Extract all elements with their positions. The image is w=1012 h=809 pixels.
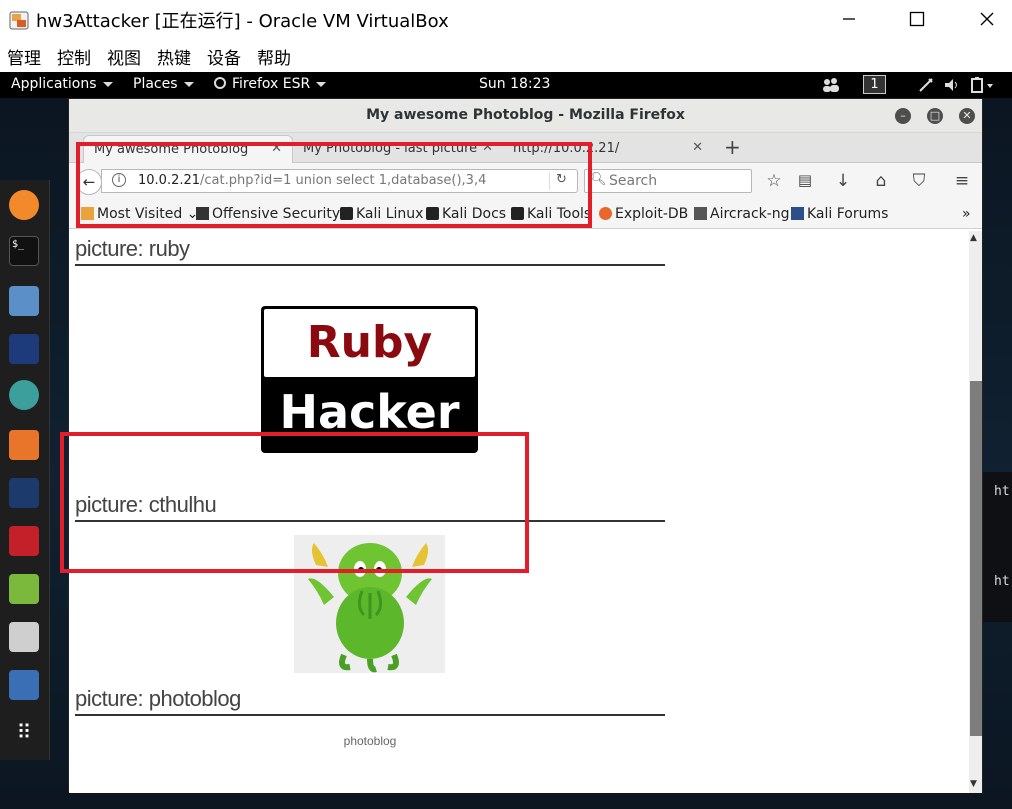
close-icon[interactable]: ✕ xyxy=(959,108,975,124)
gnome-top-bar: Applications Places Firefox ESR Sun 18:2… xyxy=(0,72,1012,98)
page-footer: photoblog xyxy=(343,734,397,748)
menu-hotkeys[interactable]: 热键 xyxy=(157,44,191,69)
show-apps-icon[interactable]: ⠿ xyxy=(9,718,39,748)
cutycapt-icon[interactable] xyxy=(9,622,39,652)
chevron-down-icon xyxy=(316,81,327,87)
zaproxy-icon[interactable] xyxy=(9,670,39,700)
hamburger-menu-icon[interactable]: ≡ xyxy=(951,171,973,191)
volume-icon[interactable] xyxy=(943,77,961,97)
minimize-icon[interactable]: – xyxy=(895,108,911,124)
page-scrollbar[interactable]: ▲ ▼ xyxy=(969,231,982,793)
clock[interactable]: Sun 18:23 xyxy=(479,76,550,92)
close-icon xyxy=(980,12,994,26)
heading-rule xyxy=(75,264,665,266)
firefox-small-icon xyxy=(214,77,226,89)
metasploit-icon[interactable] xyxy=(9,334,39,364)
search-input[interactable]: 🔍︎ Search xyxy=(584,169,752,193)
pen-icon[interactable] xyxy=(918,77,934,97)
files-icon[interactable] xyxy=(9,286,39,316)
bookmark-kali-forums[interactable]: Kali Forums xyxy=(791,206,888,222)
workspace-indicator[interactable]: 1 xyxy=(863,75,886,94)
bookmark-label: Aircrack-ng xyxy=(710,206,790,222)
firefox-app-menu[interactable]: Firefox ESR xyxy=(214,76,327,92)
kali-forums-icon xyxy=(791,207,804,220)
annotation-box-result xyxy=(60,432,529,573)
vbox-title-bar: hw3Attacker [正在运行] - Oracle VM VirtualBo… xyxy=(0,0,1012,40)
firefox-app-label: Firefox ESR xyxy=(232,76,311,92)
exploitdb-icon xyxy=(599,207,612,220)
menu-help[interactable]: 帮助 xyxy=(257,44,291,69)
pocket-icon[interactable]: ⛉ xyxy=(908,171,930,191)
maximize-icon[interactable]: □ xyxy=(927,108,943,124)
search-icon: 🔍︎ xyxy=(590,172,607,187)
scroll-down-icon[interactable]: ▼ xyxy=(970,779,977,789)
dock: $_ ⠿ xyxy=(0,180,50,760)
chevron-down-icon xyxy=(183,81,194,87)
places-label: Places xyxy=(133,76,178,92)
terminal-icon[interactable]: $_ xyxy=(9,236,39,266)
picture-heading: picture: photoblog xyxy=(75,686,241,711)
download-icon[interactable]: ↓ xyxy=(832,171,854,191)
menu-devices[interactable]: 设备 xyxy=(207,44,241,69)
chevron-down-icon xyxy=(102,81,113,87)
annotation-box-url xyxy=(76,142,592,228)
firefox-title-bar: My awesome Photoblog - Mozilla Firefox –… xyxy=(69,99,982,133)
heading-rule xyxy=(75,714,665,716)
scroll-up-icon[interactable]: ▲ xyxy=(970,233,977,243)
bookmark-label: Kali Forums xyxy=(807,206,889,222)
menu-view[interactable]: 视图 xyxy=(107,44,141,69)
scrollbar-thumb[interactable] xyxy=(970,381,982,736)
new-tab-icon[interactable]: + xyxy=(724,135,741,159)
armitage-icon[interactable] xyxy=(9,380,39,410)
bookmark-star-icon[interactable]: ☆ xyxy=(763,171,785,191)
menu-manage[interactable]: 管理 xyxy=(7,44,41,69)
firefox-icon[interactable] xyxy=(9,190,39,220)
bookmark-label: Exploit-DB xyxy=(615,206,689,222)
maximize-button[interactable] xyxy=(894,4,940,34)
aircrack-icon xyxy=(694,207,707,220)
people-icon[interactable] xyxy=(822,77,840,97)
close-button[interactable] xyxy=(964,4,1010,34)
background-terminal: ht ht xyxy=(980,472,1012,622)
home-icon[interactable]: ⌂ xyxy=(870,171,892,191)
places-menu[interactable]: Places xyxy=(133,76,194,92)
vbox-window-title: hw3Attacker [正在运行] - Oracle VM VirtualBo… xyxy=(36,11,449,32)
bookmarks-overflow-icon[interactable]: » xyxy=(962,206,971,222)
leafpad-icon[interactable] xyxy=(9,574,39,604)
close-tab-icon[interactable]: ✕ xyxy=(692,140,703,155)
ruby-logo-text: Ruby xyxy=(264,309,475,377)
faraday-icon[interactable] xyxy=(9,526,39,556)
reading-list-icon[interactable]: ▤ xyxy=(794,171,816,189)
applications-menu[interactable]: Applications xyxy=(11,76,113,92)
terminal-text: ht xyxy=(994,484,1010,499)
minimize-button[interactable] xyxy=(826,4,872,34)
burpsuite-icon[interactable] xyxy=(9,430,39,460)
virtualbox-icon xyxy=(9,11,29,30)
firefox-window-title: My awesome Photoblog - Mozilla Firefox xyxy=(366,107,685,123)
minimize-icon xyxy=(843,18,855,20)
bookmark-exploit-db[interactable]: Exploit-DB xyxy=(599,206,688,222)
bookmark-aircrack-ng[interactable]: Aircrack-ng xyxy=(694,206,790,222)
power-icon[interactable] xyxy=(969,76,995,98)
maltego-icon[interactable] xyxy=(9,478,39,508)
search-placeholder: Search xyxy=(609,173,658,189)
menu-control[interactable]: 控制 xyxy=(57,44,91,69)
vbox-menu-bar: 管理 控制 视图 热键 设备 帮助 xyxy=(0,40,1012,72)
terminal-text: ht xyxy=(994,574,1010,589)
picture-heading: picture: ruby xyxy=(75,236,190,261)
ruby-hacker-image[interactable]: Ruby Hacker xyxy=(261,306,478,453)
maximize-icon xyxy=(909,11,925,27)
applications-label: Applications xyxy=(11,76,97,92)
